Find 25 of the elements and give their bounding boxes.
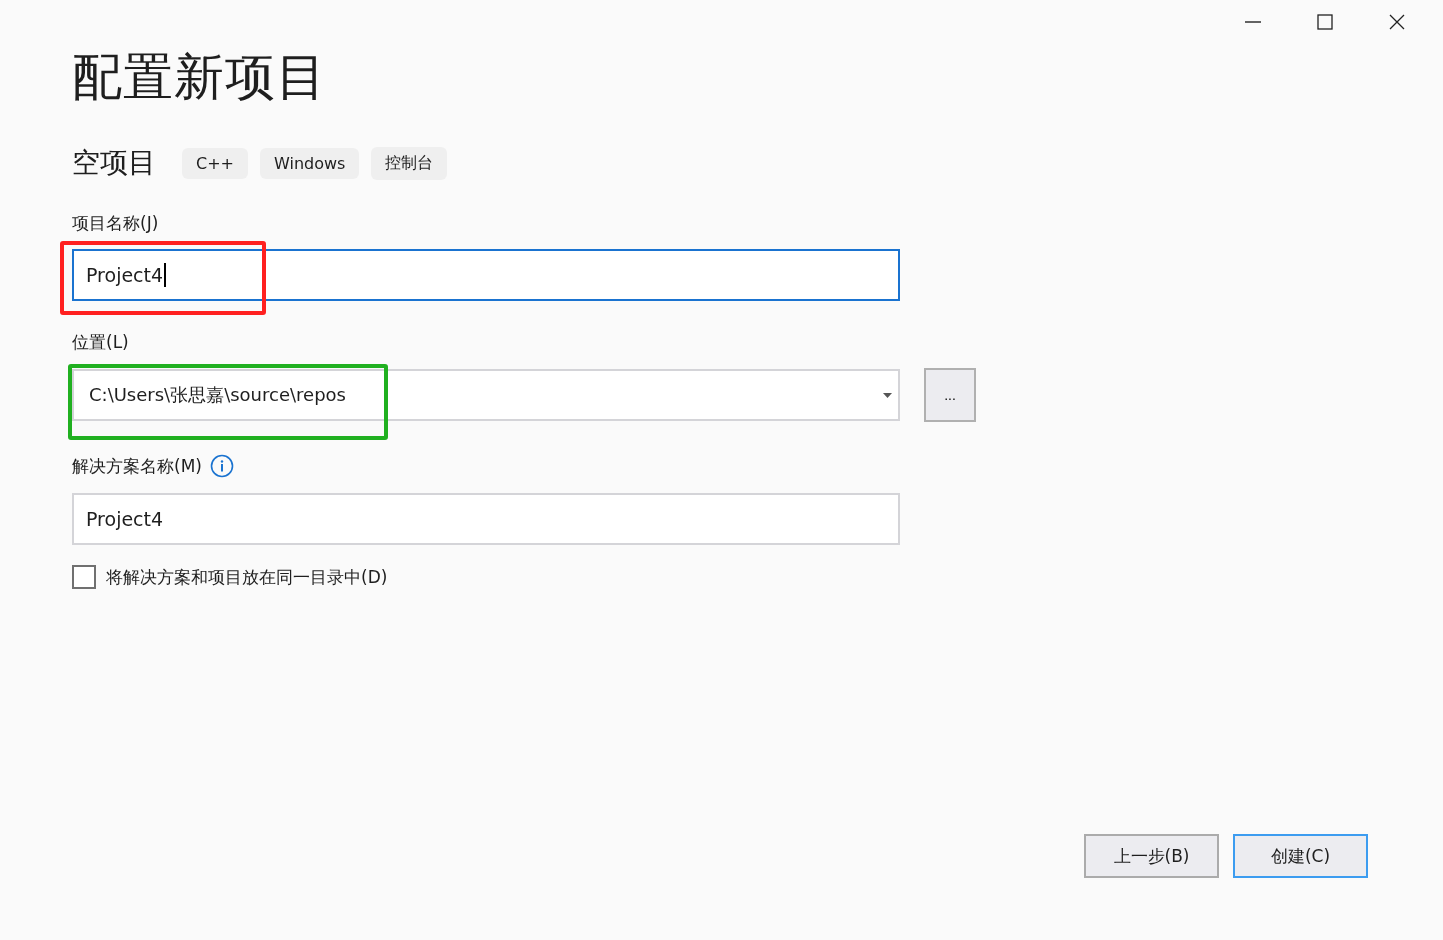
field-value: C:\Users\张思嘉\source\repos [89, 383, 346, 407]
field-label: 位置(L) [72, 331, 130, 354]
template-tag: 控制台 [371, 146, 448, 180]
location-combobox[interactable]: C:\Users\张思嘉\source\repos [72, 369, 900, 421]
field-label: 解决方案名称(M) [72, 454, 202, 478]
solution-name-field[interactable]: Project4 [72, 493, 900, 545]
dialog-button[interactable]: 上一步(B) [1084, 834, 1219, 878]
close-icon [1389, 14, 1405, 30]
text-cursor [164, 263, 167, 287]
template-tag: Windows [260, 147, 360, 179]
maximize-icon [1317, 14, 1333, 30]
template-tag: C++ [182, 147, 248, 179]
minimize-icon [1245, 21, 1261, 23]
browse-button[interactable]: ... [924, 368, 976, 422]
field-label: 项目名称(J) [72, 212, 160, 235]
field-value: Project4 [86, 508, 164, 530]
info-icon[interactable] [209, 454, 234, 478]
checkbox-label: 将解决方案和项目放在同一目录中(D) [106, 565, 388, 589]
field-value: Project4 [86, 264, 164, 286]
project-name-field[interactable]: Project4 [72, 249, 900, 301]
template-name: 空项目 [72, 145, 156, 181]
dropdown-arrow-icon [883, 392, 892, 398]
dialog-button[interactable]: 创建(C) [1233, 834, 1368, 878]
window-title: 配置新项目 [72, 52, 328, 102]
checkbox[interactable] [72, 565, 96, 589]
